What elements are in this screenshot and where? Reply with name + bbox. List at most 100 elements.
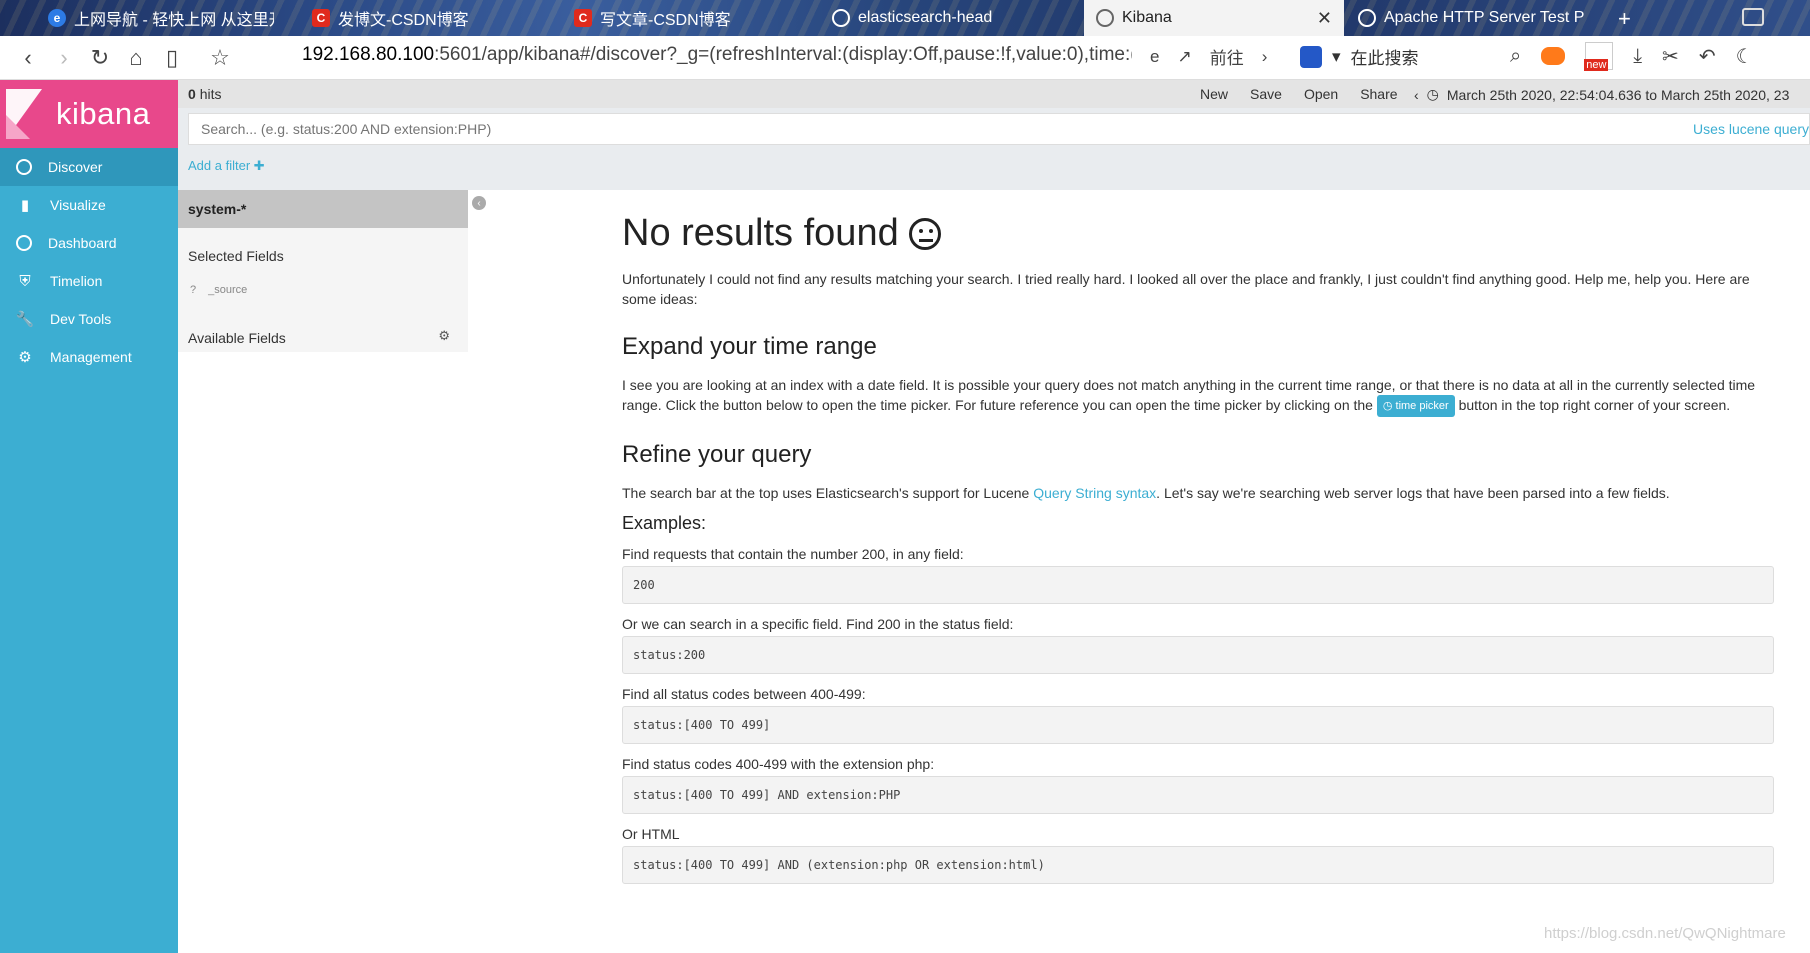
globe-icon (832, 9, 850, 27)
query-syntax-link[interactable]: Query String syntax (1033, 485, 1156, 501)
available-fields-title: Available Fields (188, 330, 286, 346)
hits-number: 0 (188, 86, 196, 102)
time-range: March 25th 2020, 22:54:04.636 to March 2… (1446, 86, 1790, 103)
share-icon[interactable]: ↗ (1177, 47, 1191, 67)
nav-management[interactable]: ⚙ Management (0, 338, 178, 376)
url-field[interactable]: 192.168.80.100:5601/app/kibana#/discover… (302, 44, 1132, 66)
search-engine-icon[interactable] (1300, 45, 1322, 68)
dashboard-icon (16, 235, 32, 251)
chevron-left-icon[interactable]: ‹ (1414, 87, 1419, 103)
browser-tab-5[interactable]: Apache HTTP Server Test P (1346, 0, 1608, 36)
field-type-icon: ? (190, 284, 197, 296)
globe-icon (1358, 9, 1376, 27)
window-icon[interactable] (1742, 8, 1764, 26)
nav-label: Timelion (50, 273, 103, 289)
example-code: status:[400 TO 499] (622, 706, 1774, 745)
save-button[interactable]: Save (1250, 86, 1282, 102)
nav-visualize[interactable]: ▮ Visualize (0, 186, 178, 224)
clock-icon: ◷ (1426, 86, 1439, 102)
download-icon[interactable]: ⤓ (1633, 45, 1642, 68)
refine-paragraph: The search bar at the top uses Elasticse… (622, 483, 1774, 503)
field-settings-gear-icon[interactable]: ⚙ (438, 328, 450, 344)
plus-icon: ✚ (253, 158, 265, 173)
example-code: status:200 (622, 636, 1774, 675)
nav-dev-tools[interactable]: 🔧 Dev Tools (0, 300, 178, 338)
example-code: 200 (622, 566, 1774, 605)
browser-tab-2[interactable]: C 写文章-CSDN博客 (562, 0, 794, 36)
bookmark-star-icon[interactable]: ☆ (202, 40, 238, 76)
shield-icon: ⛨ (19, 272, 31, 290)
gear-icon: ⚙ (18, 349, 32, 366)
neutral-face-icon (908, 217, 941, 250)
kibana-logo[interactable]: kibana (0, 80, 178, 148)
search-box: Uses lucene query (188, 113, 1810, 145)
source-field[interactable]: ? _source (190, 284, 247, 296)
address-bar: ‹ › ↻ ⌂ ▯ ☆ 192.168.80.100:5601/app/kiba… (0, 36, 1810, 80)
scissors-icon[interactable]: ✂ (1662, 44, 1679, 69)
browser-tab-strip: e 上网导航 - 轻快上网 从这里开 C 发博文-CSDN博客 C 写文章-CS… (0, 0, 1810, 36)
home-icon[interactable]: ⌂ (118, 40, 154, 76)
chevron-right-icon[interactable]: › (1262, 47, 1268, 67)
kibana-logo-icon (6, 89, 46, 139)
nav-label: Dashboard (48, 235, 117, 251)
refine-text-2: . Let's say we're searching web server l… (1156, 485, 1670, 502)
new-tab-button[interactable]: + (1618, 6, 1631, 32)
time-picker-button[interactable]: ‹ ◷ March 25th 2020, 22:54:04.636 to Mar… (1414, 86, 1789, 103)
bar-chart-icon: ▮ (20, 197, 30, 214)
csdn-icon: C (312, 9, 330, 27)
browser-tab-0[interactable]: e 上网导航 - 轻快上网 从这里开 (36, 0, 274, 36)
kibana-top-bar: 0 hits New Save Open Share ‹ ◷ March 25t… (178, 80, 1810, 108)
dropdown-icon[interactable]: ▾ (1332, 47, 1341, 67)
csdn-icon: C (574, 9, 592, 27)
time-picker-badge[interactable]: ◷ time picker (1376, 395, 1455, 418)
news-icon[interactable]: new (1584, 42, 1614, 71)
no-results-title: No results found (622, 212, 899, 254)
game-icon[interactable] (1541, 47, 1566, 65)
refine-heading: Refine your query (622, 441, 812, 469)
globe-icon (1096, 9, 1114, 27)
search-icon[interactable]: ⌕ (1510, 45, 1521, 68)
index-pattern-name: system-* (188, 201, 247, 217)
selected-fields-title: Selected Fields (188, 248, 284, 264)
expand-paragraph: I see you are looking at an index with a… (622, 375, 1774, 418)
ie-compat-icon[interactable]: e (1150, 47, 1159, 67)
nav-dashboard[interactable]: Dashboard (0, 224, 178, 262)
reload-icon[interactable]: ↻ (82, 40, 118, 76)
ie-icon: e (48, 9, 66, 27)
index-pattern-selector[interactable]: system-* (178, 190, 468, 228)
no-results-panel: No results found Unfortunately I could n… (622, 212, 1774, 885)
nav-label: Visualize (50, 197, 106, 213)
forward-icon[interactable]: › (46, 40, 82, 76)
browser-tab-1[interactable]: C 发博文-CSDN博客 (300, 0, 532, 36)
compass-icon (16, 159, 32, 175)
back-icon[interactable]: ‹ (10, 40, 46, 76)
example-code: status:[400 TO 499] AND (extension:php O… (622, 846, 1774, 885)
example-label: Find requests that contain the number 20… (622, 546, 964, 563)
nav-discover[interactable]: Discover (0, 148, 178, 186)
go-button[interactable]: 前往 (1210, 44, 1244, 69)
address-actions: e ↗ 前往 › (1150, 44, 1267, 69)
search-input[interactable] (189, 114, 1489, 144)
new-badge: new (1584, 59, 1609, 71)
search-engine-box[interactable]: ▾ 在此搜索 (1300, 44, 1419, 69)
new-button[interactable]: New (1200, 86, 1228, 102)
browser-tab-kibana[interactable]: Kibana ✕ (1084, 0, 1344, 36)
query-bar: Uses lucene query Add a filter ✚ (178, 108, 1810, 190)
collapse-sidebar-icon[interactable]: ‹ (472, 196, 486, 210)
intro-text: Unfortunately I could not find any resul… (622, 271, 1750, 307)
night-mode-icon[interactable]: ☾ (1736, 44, 1754, 69)
lucene-query-link[interactable]: Uses lucene query (1693, 121, 1809, 137)
undo-icon[interactable]: ↶ (1699, 44, 1716, 69)
browser-tab-3[interactable]: elasticsearch-head (820, 0, 1080, 36)
open-button[interactable]: Open (1304, 86, 1338, 102)
add-filter-label: Add a filter (188, 158, 251, 173)
expand-heading: Expand your time range (622, 333, 877, 360)
discover-actions: New Save Open Share (1200, 86, 1398, 102)
nav-timelion[interactable]: ⛨ Timelion (0, 262, 178, 300)
share-button[interactable]: Share (1360, 86, 1397, 102)
add-filter-button[interactable]: Add a filter ✚ (188, 158, 265, 174)
example-code: status:[400 TO 499] AND extension:PHP (622, 776, 1774, 815)
reader-icon[interactable]: ▯ (154, 40, 190, 76)
search-engine-placeholder: 在此搜索 (1350, 49, 1419, 68)
close-tab-icon[interactable]: ✕ (1317, 8, 1332, 29)
